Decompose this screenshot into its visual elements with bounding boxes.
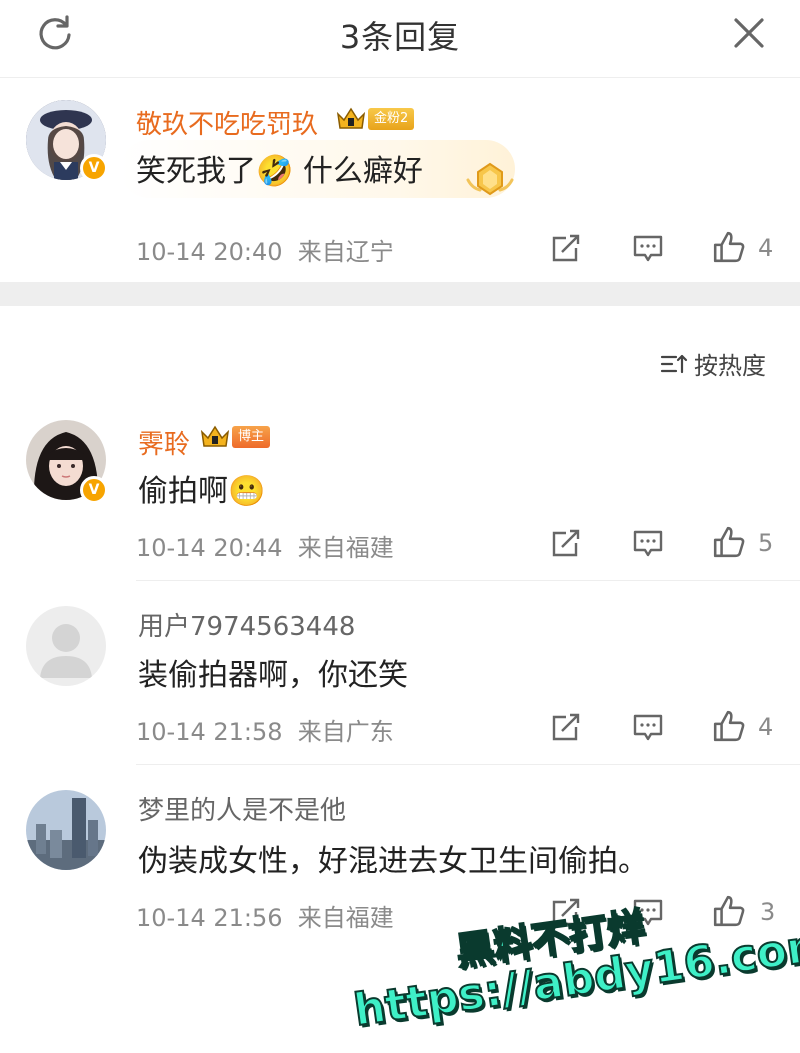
comment-meta: 10-14 21:56 来自福建 [136, 898, 394, 933]
page-title: 3条回复 [339, 18, 461, 56]
verified-badge-icon: V [80, 154, 108, 182]
like-icon[interactable] [712, 230, 746, 264]
commenter-name[interactable]: 霁聆 [138, 424, 190, 461]
fan-level-label: 金粉2 [368, 108, 415, 130]
commenter-name[interactable]: 梦里的人是不是他 [138, 790, 346, 827]
author-badge: 博主 [200, 424, 271, 450]
divider [136, 764, 800, 765]
like-count: 4 [758, 713, 774, 741]
crown-icon [200, 425, 230, 447]
sort-icon [660, 354, 688, 373]
comment-meta: 10-14 20:44 来自福建 [136, 528, 394, 563]
avatar[interactable] [26, 790, 106, 870]
close-icon[interactable] [730, 14, 768, 52]
share-icon[interactable] [550, 527, 582, 559]
comment-meta: 10-14 20:40 来自辽宁 [136, 232, 394, 267]
comment-text: 偷拍啊😬 [138, 474, 266, 509]
like-count: 5 [758, 529, 774, 557]
share-icon[interactable] [550, 711, 582, 743]
comment-text: 装偷拍器啊，你还笑 [138, 658, 408, 693]
like-icon[interactable] [712, 709, 746, 743]
comment-meta: 10-14 21:58 来自广东 [136, 712, 394, 747]
commenter-name[interactable]: 敬玖不吃吃罚玖 [136, 104, 318, 141]
comment-text: 笑死我了🤣 什么癖好 [136, 154, 423, 189]
author-badge-label: 博主 [232, 426, 271, 448]
share-icon[interactable] [550, 232, 582, 264]
comment-time: 10-14 20:40 [136, 238, 283, 266]
sort-label: 按热度 [694, 352, 766, 380]
like-count: 4 [758, 234, 774, 262]
sort-toggle[interactable]: 按热度 [660, 346, 766, 381]
comment-time: 10-14 21:58 [136, 718, 283, 746]
comment-location: 来自辽宁 [297, 238, 394, 266]
comment-location: 来自广东 [297, 718, 394, 746]
comment-icon[interactable] [632, 527, 664, 559]
like-icon[interactable] [712, 525, 746, 559]
comment-text: 伪装成女性，好混进去女卫生间偷拍。 [138, 844, 648, 879]
header-bar: 3条回复 [0, 0, 800, 78]
comment-icon[interactable] [632, 232, 664, 264]
default-avatar-icon[interactable] [26, 606, 106, 686]
like-count: 3 [760, 898, 776, 926]
crown-icon [336, 107, 366, 129]
comment-icon[interactable] [632, 711, 664, 743]
gold-star-medal-icon [466, 162, 514, 196]
comment-location: 来自福建 [297, 904, 394, 932]
commenter-name[interactable]: 用户7974563448 [138, 606, 355, 643]
comment-time: 10-14 21:56 [136, 904, 283, 932]
like-icon[interactable] [712, 894, 746, 928]
fan-badge: 金粉2 [336, 106, 415, 132]
verified-badge-icon: V [80, 476, 108, 504]
comment-time: 10-14 20:44 [136, 534, 283, 562]
comment-location: 来自福建 [297, 534, 394, 562]
section-gap [0, 282, 800, 306]
avatar-image [26, 790, 106, 870]
divider [136, 580, 800, 581]
